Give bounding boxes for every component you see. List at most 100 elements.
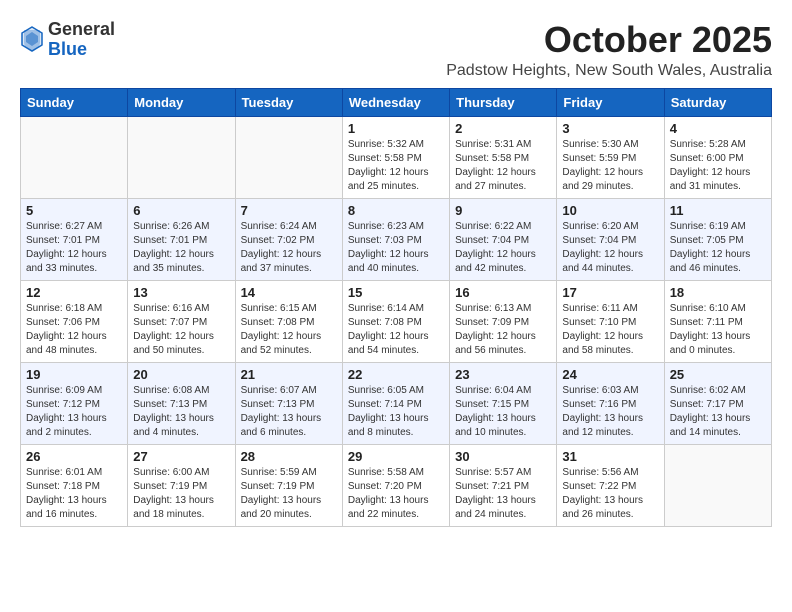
calendar-cell: 9 Sunrise: 6:22 AM Sunset: 7:04 PM Daylig…	[450, 198, 557, 280]
calendar-cell: 4 Sunrise: 5:28 AM Sunset: 6:00 PM Daylig…	[664, 116, 771, 198]
calendar-cell: 3 Sunrise: 5:30 AM Sunset: 5:59 PM Daylig…	[557, 116, 664, 198]
calendar-cell: 24Sunrise: 6:03 AM Sunset: 7:16 PM Dayli…	[557, 362, 664, 444]
weekday-header-wednesday: Wednesday	[342, 88, 449, 116]
day-number: 25	[670, 367, 766, 382]
day-number: 9	[455, 203, 551, 218]
calendar-cell: 23Sunrise: 6:04 AM Sunset: 7:15 PM Dayli…	[450, 362, 557, 444]
day-number: 20	[133, 367, 229, 382]
calendar-week-row: 5 Sunrise: 6:27 AM Sunset: 7:01 PM Daylig…	[21, 198, 772, 280]
day-number: 15	[348, 285, 444, 300]
day-number: 23	[455, 367, 551, 382]
day-number: 16	[455, 285, 551, 300]
day-number: 18	[670, 285, 766, 300]
calendar-cell: 31Sunrise: 5:56 AM Sunset: 7:22 PM Dayli…	[557, 444, 664, 526]
day-info: Sunrise: 6:15 AM Sunset: 7:08 PM Dayligh…	[241, 302, 337, 358]
day-number: 5	[26, 203, 122, 218]
calendar-cell: 11 Sunrise: 6:19 AM Sunset: 7:05 PM Dayli…	[664, 198, 771, 280]
day-number: 11	[670, 203, 766, 218]
calendar-week-row: 12 Sunrise: 6:18 AM Sunset: 7:06 PM Dayli…	[21, 280, 772, 362]
calendar-cell: 18 Sunrise: 6:10 AM Sunset: 7:11 PM Dayli…	[664, 280, 771, 362]
day-info: Sunrise: 5:59 AM Sunset: 7:19 PM Dayligh…	[241, 466, 337, 522]
weekday-header-saturday: Saturday	[664, 88, 771, 116]
calendar-week-row: 26 Sunrise: 6:01 AM Sunset: 7:18 PM Dayli…	[21, 444, 772, 526]
day-info: Sunrise: 6:23 AM Sunset: 7:03 PM Dayligh…	[348, 220, 444, 276]
day-info: Sunrise: 5:31 AM Sunset: 5:58 PM Dayligh…	[455, 138, 551, 194]
day-number: 22	[348, 367, 444, 382]
day-info: Sunrise: 6:19 AM Sunset: 7:05 PM Dayligh…	[670, 220, 766, 276]
calendar-cell	[21, 116, 128, 198]
logo-icon	[20, 26, 44, 54]
day-number: 8	[348, 203, 444, 218]
calendar-cell: 25 Sunrise: 6:02 AM Sunset: 7:17 PM Dayli…	[664, 362, 771, 444]
calendar-cell	[235, 116, 342, 198]
calendar-cell: 28 Sunrise: 5:59 AM Sunset: 7:19 PM Dayli…	[235, 444, 342, 526]
location-title: Padstow Heights, New South Wales, Austra…	[446, 62, 772, 80]
day-info: Sunrise: 6:26 AM Sunset: 7:01 PM Dayligh…	[133, 220, 229, 276]
calendar-cell: 14 Sunrise: 6:15 AM Sunset: 7:08 PM Dayli…	[235, 280, 342, 362]
month-title: October 2025	[446, 20, 772, 60]
day-number: 27	[133, 449, 229, 464]
day-number: 1	[348, 121, 444, 136]
calendar-cell: 22 Sunrise: 6:05 AM Sunset: 7:14 PM Dayli…	[342, 362, 449, 444]
calendar-cell: 16 Sunrise: 6:13 AM Sunset: 7:09 PM Dayli…	[450, 280, 557, 362]
day-info: Sunrise: 6:24 AM Sunset: 7:02 PM Dayligh…	[241, 220, 337, 276]
day-number: 30	[455, 449, 551, 464]
day-info: Sunrise: 6:10 AM Sunset: 7:11 PM Dayligh…	[670, 302, 766, 358]
day-number: 13	[133, 285, 229, 300]
calendar-cell: 15 Sunrise: 6:14 AM Sunset: 7:08 PM Dayli…	[342, 280, 449, 362]
logo-general-text: General	[48, 19, 115, 39]
day-number: 14	[241, 285, 337, 300]
day-info: Sunrise: 6:22 AM Sunset: 7:04 PM Dayligh…	[455, 220, 551, 276]
day-number: 7	[241, 203, 337, 218]
day-info: Sunrise: 6:18 AM Sunset: 7:06 PM Dayligh…	[26, 302, 122, 358]
weekday-header-sunday: Sunday	[21, 88, 128, 116]
calendar-cell: 27 Sunrise: 6:00 AM Sunset: 7:19 PM Dayli…	[128, 444, 235, 526]
day-info: Sunrise: 6:03 AM Sunset: 7:16 PM Dayligh…	[562, 384, 658, 440]
day-info: Sunrise: 6:20 AM Sunset: 7:04 PM Dayligh…	[562, 220, 658, 276]
weekday-header-thursday: Thursday	[450, 88, 557, 116]
calendar-cell: 17 Sunrise: 6:11 AM Sunset: 7:10 PM Dayli…	[557, 280, 664, 362]
calendar-cell: 7 Sunrise: 6:24 AM Sunset: 7:02 PM Daylig…	[235, 198, 342, 280]
logo-blue-text: Blue	[48, 39, 87, 59]
day-info: Sunrise: 5:28 AM Sunset: 6:00 PM Dayligh…	[670, 138, 766, 194]
weekday-header-monday: Monday	[128, 88, 235, 116]
day-number: 12	[26, 285, 122, 300]
day-info: Sunrise: 5:58 AM Sunset: 7:20 PM Dayligh…	[348, 466, 444, 522]
calendar-cell: 26 Sunrise: 6:01 AM Sunset: 7:18 PM Dayli…	[21, 444, 128, 526]
calendar-cell: 10Sunrise: 6:20 AM Sunset: 7:04 PM Dayli…	[557, 198, 664, 280]
calendar-cell	[664, 444, 771, 526]
day-info: Sunrise: 6:08 AM Sunset: 7:13 PM Dayligh…	[133, 384, 229, 440]
day-info: Sunrise: 6:14 AM Sunset: 7:08 PM Dayligh…	[348, 302, 444, 358]
calendar-week-row: 1 Sunrise: 5:32 AM Sunset: 5:58 PM Daylig…	[21, 116, 772, 198]
day-number: 17	[562, 285, 658, 300]
day-number: 28	[241, 449, 337, 464]
day-info: Sunrise: 6:11 AM Sunset: 7:10 PM Dayligh…	[562, 302, 658, 358]
day-number: 3	[562, 121, 658, 136]
calendar-cell: 5 Sunrise: 6:27 AM Sunset: 7:01 PM Daylig…	[21, 198, 128, 280]
day-number: 31	[562, 449, 658, 464]
calendar-table: SundayMondayTuesdayWednesdayThursdayFrid…	[20, 88, 772, 527]
calendar-cell: 21Sunrise: 6:07 AM Sunset: 7:13 PM Dayli…	[235, 362, 342, 444]
title-area: October 2025 Padstow Heights, New South …	[446, 20, 772, 80]
day-info: Sunrise: 6:27 AM Sunset: 7:01 PM Dayligh…	[26, 220, 122, 276]
calendar-cell: 13 Sunrise: 6:16 AM Sunset: 7:07 PM Dayli…	[128, 280, 235, 362]
day-info: Sunrise: 6:02 AM Sunset: 7:17 PM Dayligh…	[670, 384, 766, 440]
day-info: Sunrise: 5:32 AM Sunset: 5:58 PM Dayligh…	[348, 138, 444, 194]
calendar-cell: 19 Sunrise: 6:09 AM Sunset: 7:12 PM Dayli…	[21, 362, 128, 444]
day-info: Sunrise: 6:16 AM Sunset: 7:07 PM Dayligh…	[133, 302, 229, 358]
day-info: Sunrise: 5:30 AM Sunset: 5:59 PM Dayligh…	[562, 138, 658, 194]
day-info: Sunrise: 6:00 AM Sunset: 7:19 PM Dayligh…	[133, 466, 229, 522]
day-number: 4	[670, 121, 766, 136]
calendar-cell: 1 Sunrise: 5:32 AM Sunset: 5:58 PM Daylig…	[342, 116, 449, 198]
day-info: Sunrise: 6:01 AM Sunset: 7:18 PM Dayligh…	[26, 466, 122, 522]
day-number: 26	[26, 449, 122, 464]
day-info: Sunrise: 6:05 AM Sunset: 7:14 PM Dayligh…	[348, 384, 444, 440]
day-info: Sunrise: 6:09 AM Sunset: 7:12 PM Dayligh…	[26, 384, 122, 440]
logo: General Blue	[20, 20, 115, 60]
day-number: 19	[26, 367, 122, 382]
day-info: Sunrise: 6:13 AM Sunset: 7:09 PM Dayligh…	[455, 302, 551, 358]
calendar-cell	[128, 116, 235, 198]
day-info: Sunrise: 5:57 AM Sunset: 7:21 PM Dayligh…	[455, 466, 551, 522]
day-number: 2	[455, 121, 551, 136]
day-number: 6	[133, 203, 229, 218]
